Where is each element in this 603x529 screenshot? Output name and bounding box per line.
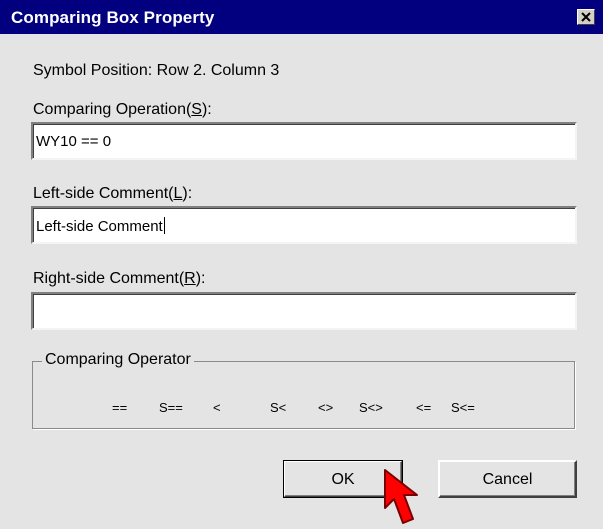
left-side-comment-input[interactable]: Left-side Comment: [31, 206, 577, 244]
comparing-operator-legend: Comparing Operator: [42, 351, 194, 369]
operator-le[interactable]: <=: [416, 400, 431, 415]
comparing-operation-input[interactable]: WY10 == 0: [31, 122, 577, 160]
comparing-operation-label: Comparing Operation(S):: [33, 101, 212, 118]
text-caret: [163, 217, 165, 234]
close-button[interactable]: [577, 9, 595, 25]
operator-s-le[interactable]: S<=: [451, 400, 475, 415]
operator-s-neq[interactable]: S<>: [359, 400, 383, 415]
arrow-pointer-icon: [384, 469, 418, 524]
operator-eq[interactable]: ==: [112, 400, 127, 415]
symbol-position-text: Symbol Position: Row 2. Column 3: [33, 62, 280, 79]
comparing-operation-value: WY10 == 0: [36, 133, 112, 150]
left-side-comment-label: Left-side Comment(L):: [33, 185, 193, 202]
dialog-title: Comparing Box Property: [11, 8, 215, 27]
operator-neq[interactable]: <>: [318, 400, 333, 415]
cancel-button-label: Cancel: [482, 471, 533, 488]
title-bar: Comparing Box Property: [0, 0, 603, 34]
right-side-comment-label: Right-side Comment(R):: [33, 270, 206, 287]
cancel-button[interactable]: Cancel: [438, 460, 577, 498]
left-side-comment-field-text: Left-side Comment: [36, 217, 165, 235]
operator-lt[interactable]: <: [213, 400, 221, 415]
right-side-comment-input[interactable]: [31, 292, 577, 330]
operator-s-lt[interactable]: S<: [270, 400, 286, 415]
comparing-box-property-dialog: Comparing Box Property Symbol Position: …: [0, 0, 603, 529]
close-icon: [581, 12, 591, 22]
operator-s-eq[interactable]: S==: [159, 400, 183, 415]
comparing-operator-group: Comparing Operator == S== < S< <> S<> <=…: [32, 351, 575, 429]
